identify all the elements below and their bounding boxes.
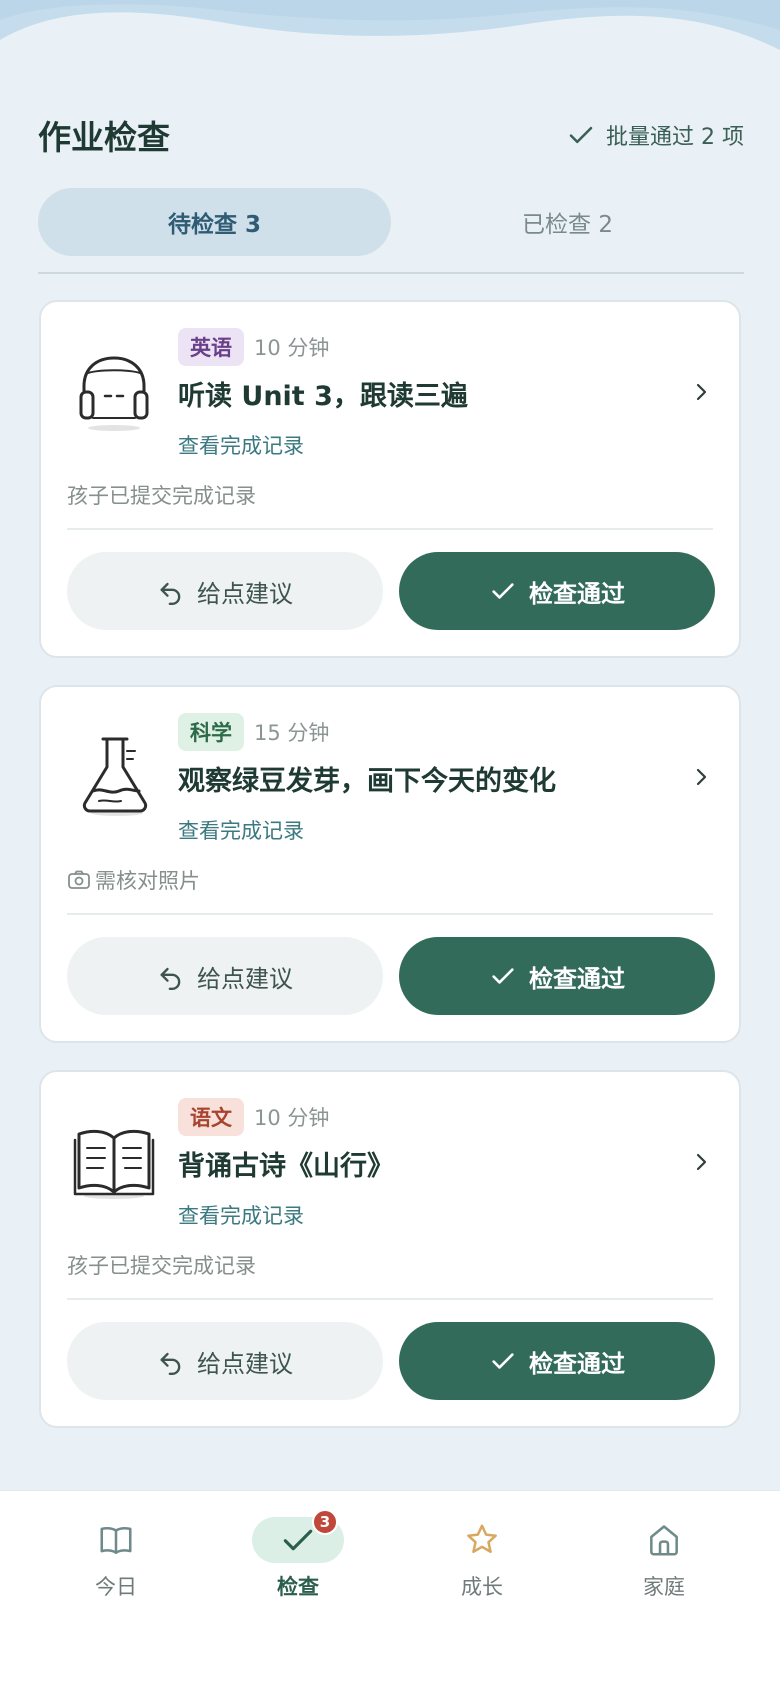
suggest-button[interactable]: 给点建议 (67, 937, 383, 1015)
suggest-label: 给点建议 (197, 579, 293, 608)
pass-button[interactable]: 检查通过 (399, 552, 715, 630)
pass-label: 检查通过 (529, 1349, 625, 1378)
subject-tag: 英语 (178, 328, 244, 366)
suggest-button[interactable]: 给点建议 (67, 1322, 383, 1400)
batch-approve-label: 批量通过 2 项 (606, 125, 744, 150)
nav-item-family[interactable]: 家庭 (594, 1517, 734, 1617)
subject-tag: 科学 (178, 713, 244, 751)
page-title: 作业检查 (38, 118, 170, 157)
status-text: 需核对照片 (67, 865, 200, 895)
suggest-label: 给点建议 (197, 964, 293, 993)
batch-approve-button[interactable]: 批量通过 2 项 (566, 119, 744, 151)
divider (67, 1298, 713, 1300)
pass-label: 检查通过 (529, 579, 625, 608)
check-icon (492, 583, 514, 599)
tab-bar: 待检查 3 已检查 2 (38, 188, 744, 256)
nav-icon-container (618, 1517, 710, 1563)
tab-checked[interactable]: 已检查 2 (391, 188, 744, 256)
check-icon (492, 1353, 514, 1369)
duration-label: 15 分钟 (254, 721, 330, 745)
nav-label: 家庭 (643, 1575, 685, 1599)
pass-label: 检查通过 (529, 964, 625, 993)
flask-icon (82, 737, 148, 816)
nav-item-check[interactable]: 3 检查 (228, 1509, 368, 1617)
divider (38, 272, 744, 274)
view-record-link[interactable]: 查看完成记录 (178, 815, 304, 845)
pass-button[interactable]: 检查通过 (399, 937, 715, 1015)
task-meta: 科学 15 分钟 (178, 713, 329, 751)
notification-badge: 3 (312, 1509, 338, 1535)
task-title: 听读 Unit 3，跟读三遍 (178, 381, 468, 412)
book-icon (100, 1527, 132, 1554)
task-card[interactable]: 语文 10 分钟 背诵古诗《山行》 查看完成记录 孩子已提交完成记录 给点建议 … (39, 1070, 741, 1428)
status-label: 孩子已提交完成记录 (67, 1254, 256, 1278)
chevron-right-icon[interactable] (691, 765, 711, 789)
task-card[interactable]: 英语 10 分钟 听读 Unit 3，跟读三遍 查看完成记录 孩子已提交完成记录… (39, 300, 741, 658)
divider (67, 913, 713, 915)
nav-icon-container (70, 1517, 162, 1563)
nav-item-today[interactable]: 今日 (46, 1517, 186, 1617)
pass-button[interactable]: 检查通过 (399, 1322, 715, 1400)
check-icon (283, 1529, 313, 1551)
undo-icon (160, 1352, 181, 1375)
nav-label: 成长 (461, 1575, 503, 1599)
open-book-icon (73, 1129, 155, 1199)
subject-tag: 语文 (178, 1098, 244, 1136)
task-meta: 英语 10 分钟 (178, 328, 329, 366)
app-screen: 作业检查 批量通过 2 项 待检查 3 已检查 2 英语 10 分钟 听读 Un… (0, 0, 780, 1688)
chevron-right-icon[interactable] (691, 1150, 711, 1174)
nav-icon-container: 3 (252, 1509, 344, 1563)
nav-label: 检查 (277, 1575, 319, 1599)
suggest-button[interactable]: 给点建议 (67, 552, 383, 630)
tab-pending[interactable]: 待检查 3 (38, 188, 391, 256)
duration-label: 10 分钟 (254, 1106, 330, 1130)
chevron-right-icon[interactable] (691, 380, 711, 404)
status-text: 孩子已提交完成记录 (67, 1250, 256, 1280)
duration-label: 10 分钟 (254, 336, 330, 360)
star-icon (467, 1524, 497, 1553)
view-record-link[interactable]: 查看完成记录 (178, 430, 304, 460)
task-title: 背诵古诗《山行》 (178, 1151, 394, 1182)
undo-icon (160, 967, 181, 990)
home-icon (650, 1525, 678, 1556)
nav-label: 今日 (95, 1575, 137, 1599)
check-icon (569, 126, 593, 144)
divider (67, 528, 713, 530)
undo-icon (160, 582, 181, 605)
suggest-label: 给点建议 (197, 1349, 293, 1378)
status-label: 需核对照片 (95, 869, 200, 893)
check-icon (492, 968, 514, 984)
nav-item-growth[interactable]: 成长 (412, 1517, 552, 1617)
camera-icon (68, 870, 90, 889)
task-card[interactable]: 科学 15 分钟 观察绿豆发芽，画下今天的变化 查看完成记录 需核对照片 给点建… (39, 685, 741, 1043)
task-title: 观察绿豆发芽，画下今天的变化 (178, 766, 556, 797)
nav-icon-container (436, 1517, 528, 1563)
bottom-nav: 今日 3 检查 成长 家庭 (0, 1490, 780, 1688)
status-text: 孩子已提交完成记录 (67, 480, 256, 510)
task-meta: 语文 10 分钟 (178, 1098, 329, 1136)
header-wave-decoration (0, 0, 780, 50)
page-header: 作业检查 批量通过 2 项 (38, 110, 744, 160)
headphones-icon (79, 356, 149, 431)
view-record-link[interactable]: 查看完成记录 (178, 1200, 304, 1230)
status-label: 孩子已提交完成记录 (67, 484, 256, 508)
